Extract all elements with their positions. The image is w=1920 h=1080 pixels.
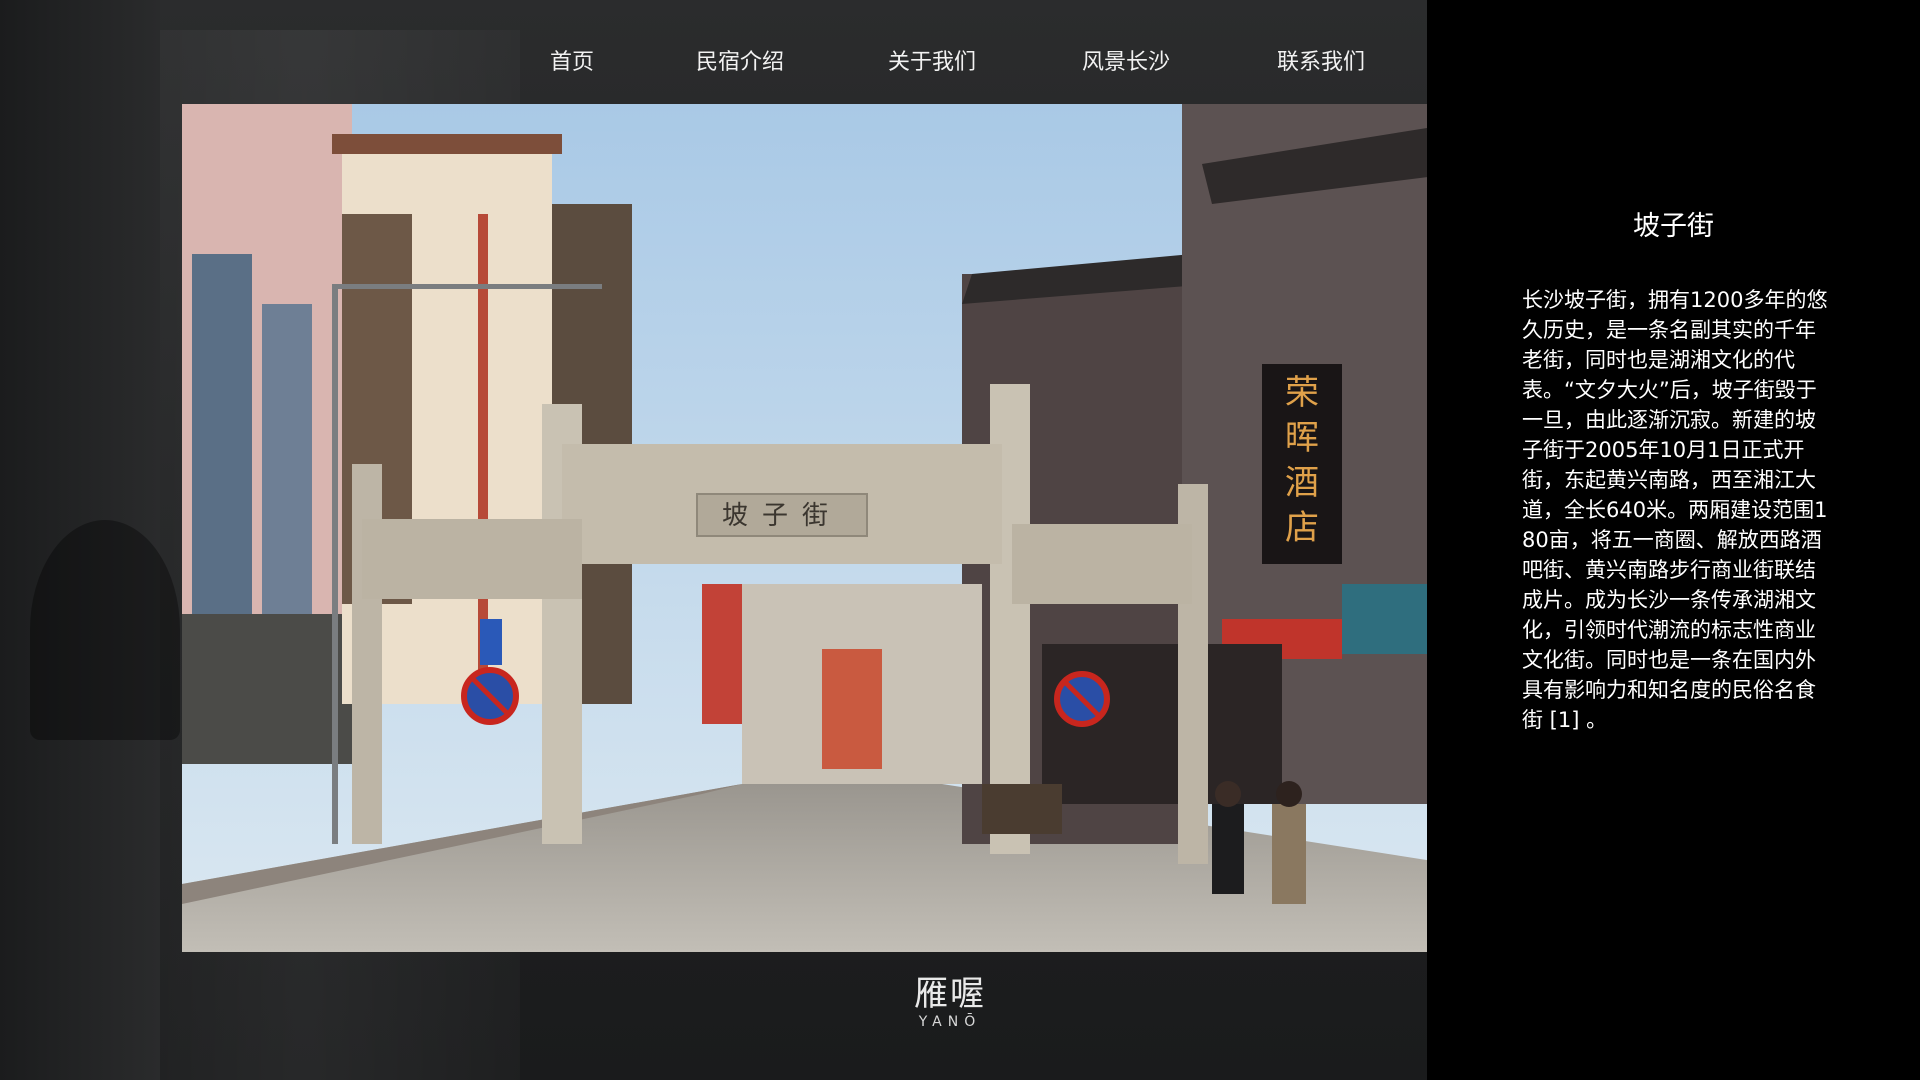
article-sidebar: 坡子街 长沙坡子街，拥有1200多年的悠久历史，是一条名副其实的千年老街，同时也…: [1427, 0, 1920, 1080]
nav-item-scenery[interactable]: 风景长沙: [1082, 44, 1170, 76]
building-glass-2: [262, 304, 312, 614]
top-nav: 首页 民宿介绍 关于我们 风景长沙 联系我们: [0, 44, 1427, 84]
nav-item-contact[interactable]: 联系我们: [1277, 44, 1365, 76]
pedestrian-1: [1212, 804, 1244, 894]
article-body: 长沙坡子街，拥有1200多年的悠久历史，是一条名副其实的千年老街，同时也是湖湘文…: [1522, 288, 1828, 732]
distant-red-building: [822, 649, 882, 769]
street-lamp-arm: [332, 284, 602, 289]
pedestrian-2-head: [1276, 781, 1302, 807]
logo-latin: YANŌ: [918, 1014, 982, 1030]
nav-item-about[interactable]: 关于我们: [888, 44, 976, 76]
hotel-sign-text-4: 店: [1285, 508, 1319, 548]
arch-side-beam-left: [362, 519, 582, 599]
cart: [982, 784, 1062, 834]
roof-cream: [332, 134, 562, 154]
nav-item-home[interactable]: 首页: [550, 44, 594, 76]
red-banner-sign: [702, 584, 742, 724]
background-lamp: [30, 520, 180, 740]
hotel-sign-text: 荣: [1285, 373, 1319, 413]
shopfront-left: [182, 614, 352, 764]
hotel-sign-text-2: 晖: [1285, 418, 1319, 458]
logo-chinese: 雁喔: [914, 974, 986, 1014]
pedestrian-2: [1272, 804, 1306, 904]
street-photo: 荣 晖 酒 店 坡子街: [182, 104, 1452, 952]
pedestrian-1-head: [1215, 781, 1241, 807]
building-glass: [192, 254, 252, 614]
brand-logo[interactable]: 雁喔 YANŌ: [900, 976, 1000, 1030]
gate-plaque-text: 坡子街: [722, 501, 842, 531]
article-title: 坡子街: [1633, 211, 1714, 242]
nav-item-homestay[interactable]: 民宿介绍: [696, 44, 784, 76]
hotel-sign-text-3: 酒: [1285, 463, 1319, 503]
street-photo-illustration: 荣 晖 酒 店 坡子街: [182, 104, 1452, 952]
street-lamp-pole: [332, 284, 338, 844]
arrow-sign: [480, 619, 502, 665]
arch-side-beam-right: [1012, 524, 1192, 604]
